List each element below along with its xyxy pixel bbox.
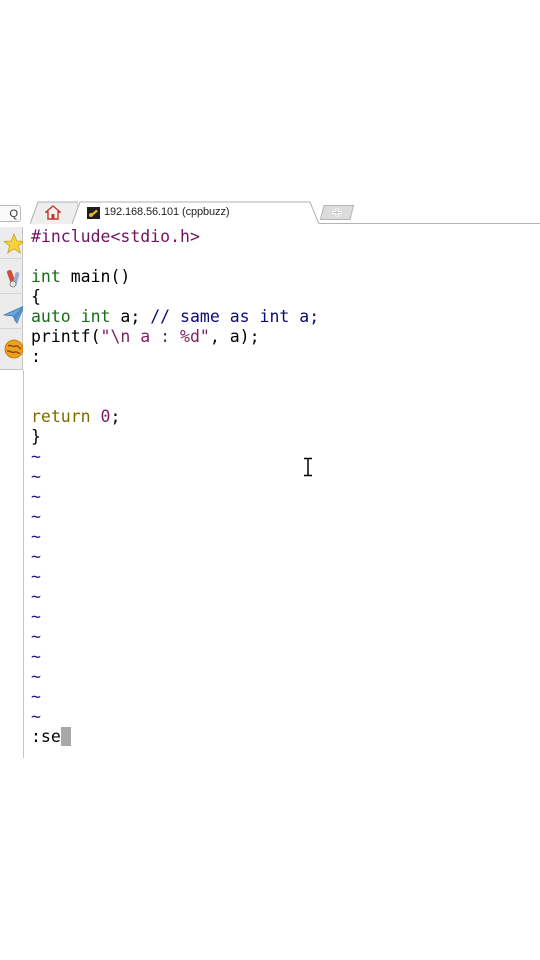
code-text: , a); <box>209 327 260 346</box>
tools-icon <box>6 270 20 288</box>
tilde-marker: ~ <box>31 627 41 646</box>
tilde-marker: ~ <box>31 487 41 506</box>
globe-icon <box>4 339 23 359</box>
tilde-marker: ~ <box>31 447 41 466</box>
tab-home[interactable] <box>30 201 78 224</box>
code-line: } <box>31 427 531 447</box>
empty-line-marker: ~ <box>31 487 531 507</box>
code-line: int main() <box>31 267 531 287</box>
search-box[interactable]: Q <box>0 205 21 222</box>
tilde-marker: ~ <box>31 587 41 606</box>
code-text: ; <box>110 407 121 426</box>
new-tab-button[interactable] <box>320 205 354 220</box>
tilde-marker: ~ <box>31 647 41 666</box>
code-text: printf( <box>31 327 101 346</box>
command-text: :se <box>31 727 61 746</box>
tilde-marker: ~ <box>31 687 41 706</box>
empty-line-marker: ~ <box>31 707 531 727</box>
text-cursor-icon <box>304 457 312 477</box>
plus-icon <box>320 205 354 220</box>
string-literal: "\n a : %d" <box>100 327 210 346</box>
screen: Q 192.168.56.101 (cppbuzz) #include<stdi… <box>0 0 540 960</box>
empty-line-marker: ~ <box>31 607 531 627</box>
empty-line-marker: ~ <box>31 627 531 647</box>
storage-keyword: auto <box>31 307 71 326</box>
empty-line-marker: ~ <box>31 447 531 467</box>
launch-item-transfer[interactable] <box>0 297 23 329</box>
code-line: : <box>31 347 531 367</box>
tilde-marker: ~ <box>31 547 41 566</box>
tab-session[interactable]: 192.168.56.101 (cppbuzz) <box>72 201 320 225</box>
tilde-marker: ~ <box>31 667 41 686</box>
block-cursor <box>60 727 71 746</box>
tilde-marker: ~ <box>31 527 41 546</box>
code-line: return 0; <box>31 407 531 427</box>
empty-line-marker: ~ <box>31 667 531 687</box>
empty-line-marker: ~ <box>31 587 531 607</box>
tilde-marker: ~ <box>31 567 41 586</box>
paper-plane-icon <box>3 306 23 324</box>
return-keyword: return <box>31 407 91 426</box>
search-label: Q <box>9 208 18 220</box>
session-left-border <box>23 370 24 758</box>
code-comment: // same as int a; <box>150 307 320 326</box>
terminal-editor[interactable]: #include<stdio.h> int main(){auto int a; … <box>31 227 531 747</box>
number-literal: 0 <box>100 407 111 426</box>
launch-item-favorites[interactable] <box>0 227 23 259</box>
launch-bar <box>0 227 23 370</box>
code-line: printf("\n a : %d", a); <box>31 327 531 347</box>
code-line: { <box>31 287 531 307</box>
code-text: } <box>31 427 41 446</box>
empty-line-marker: ~ <box>31 507 531 527</box>
empty-line-marker: ~ <box>31 687 531 707</box>
code-text: main() <box>60 267 131 286</box>
empty-line-marker: ~ <box>31 647 531 667</box>
launch-item-web[interactable] <box>0 332 23 364</box>
launch-item-tools[interactable] <box>0 262 23 294</box>
code-text: a; <box>110 307 151 326</box>
type-keyword: int <box>80 307 111 326</box>
home-icon <box>45 205 61 220</box>
tilde-marker: ~ <box>31 607 41 626</box>
empty-line-marker: ~ <box>31 567 531 587</box>
tilde-marker: ~ <box>31 707 41 726</box>
code-line: #include<stdio.h> <box>31 227 531 247</box>
code-text: { <box>31 287 41 306</box>
empty-line-marker: ~ <box>31 527 531 547</box>
code-line: auto int a; // same as int a; <box>31 307 531 327</box>
code-text: : <box>31 347 41 366</box>
empty-line-marker: ~ <box>31 547 531 567</box>
preprocessor-directive: #include<stdio.h> <box>31 227 200 246</box>
tab-session-title: 192.168.56.101 (cppbuzz) <box>104 206 230 218</box>
tab-strip-baseline <box>316 223 540 224</box>
type-keyword: int <box>31 267 61 286</box>
tilde-marker: ~ <box>31 507 41 526</box>
tilde-marker: ~ <box>31 467 41 486</box>
command-line[interactable]: :se <box>31 727 531 747</box>
empty-line-marker: ~ <box>31 467 531 487</box>
star-icon <box>3 233 23 254</box>
terminal-session-icon <box>87 207 100 219</box>
